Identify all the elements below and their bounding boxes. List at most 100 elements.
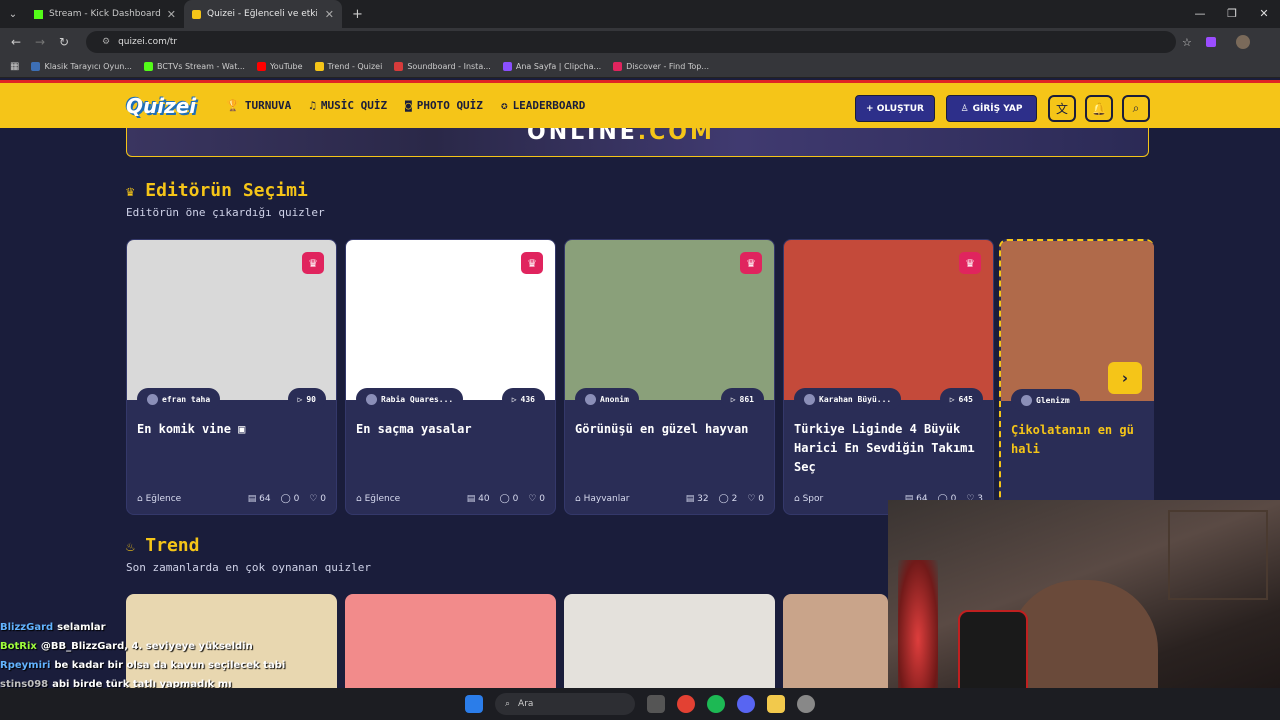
bookmark-item[interactable]: Klasik Tarayıcı Oyun... — [31, 62, 132, 71]
bookmark-favicon — [314, 62, 324, 71]
like-count[interactable]: ♡ 0 — [528, 494, 545, 504]
crown-badge-icon: ♛ — [521, 252, 543, 274]
bookmark-item[interactable]: Discover - Find Top... — [613, 62, 709, 71]
crown-badge-icon: ♛ — [959, 252, 981, 274]
quiz-thumbnail: ♛ Karahan Büyü... ▷ 645 — [784, 240, 993, 410]
bookmark-item[interactable]: Ana Sayfa | Clipcha... — [502, 62, 601, 71]
bookmark-label: BCTVs Stream - Wat... — [156, 62, 245, 71]
question-count: ▤ 40 — [467, 494, 490, 504]
reload-icon[interactable]: ↻ — [52, 35, 76, 49]
trend-quiz-card[interactable] — [345, 594, 556, 694]
browser-tab-strip: ⌄ Stream - Kick Dashboard ✕ Quizei - Eğl… — [0, 0, 1280, 28]
author-name: Anonim — [600, 394, 629, 404]
nav-turnuva[interactable]: 🏆 TURNUVA — [226, 99, 291, 112]
spotify-icon[interactable] — [707, 695, 725, 713]
taskbar-search[interactable]: ⌕ Ara — [495, 693, 635, 715]
tag-icon: ⌂ — [794, 494, 800, 504]
chat-text: @BB_BlizzGard, 4. seviyeye yükseldin — [40, 641, 253, 652]
tab-kick-dashboard[interactable]: Stream - Kick Dashboard ✕ — [26, 0, 184, 28]
close-tab-icon[interactable]: ✕ — [167, 8, 176, 21]
quiz-card[interactable]: ♛ Anonim ▷ 861 Görünüşü en güzel hayvan ⌂… — [564, 239, 775, 515]
play-count: 90 — [306, 394, 316, 404]
tag-icon: ⌂ — [356, 494, 362, 504]
new-tab-icon[interactable]: + — [352, 7, 363, 22]
like-count[interactable]: ♡ 0 — [309, 494, 326, 504]
bookmark-favicon — [256, 62, 266, 71]
tab-list-icon[interactable]: ⌄ — [0, 9, 26, 20]
quiz-card[interactable]: ♛ efran taha ▷ 90 En komik vine ▣ ⌂ Eğlen… — [126, 239, 337, 515]
chat-username: Rpeymiri — [0, 660, 51, 671]
card-meta-row: Rabia Quares... ▷ 436 — [356, 388, 545, 410]
create-button[interactable]: + OLUŞTUR — [855, 95, 935, 122]
category-tag[interactable]: ⌂ Eğlence — [356, 494, 400, 504]
card-meta-row: efran taha ▷ 90 — [137, 388, 326, 410]
steam-icon[interactable] — [797, 695, 815, 713]
task-view-icon[interactable] — [647, 695, 665, 713]
trend-quiz-card[interactable] — [564, 594, 775, 694]
category-tag[interactable]: ⌂ Hayvanlar — [575, 494, 629, 504]
apps-grid-icon[interactable]: ▦ — [10, 61, 19, 72]
quizei-logo[interactable]: Quizei — [126, 94, 196, 118]
url-field[interactable]: ⚙ quizei.com/tr — [86, 31, 1176, 53]
carousel-next-button[interactable]: › — [1108, 362, 1142, 394]
bookmark-star-icon[interactable]: ☆ — [1182, 36, 1192, 49]
avatar — [147, 393, 158, 405]
music-icon: ♫ — [309, 99, 316, 112]
back-icon[interactable]: ← — [4, 35, 28, 49]
plays-pill: ▷ 436 — [501, 388, 545, 410]
minimize-icon[interactable]: — — [1184, 0, 1216, 28]
close-tab-icon[interactable]: ✕ — [325, 8, 334, 21]
bookmark-item[interactable]: Soundboard - Insta... — [394, 62, 491, 71]
heart-icon: ♡ — [528, 494, 537, 504]
category-tag[interactable]: ⌂ Spor — [794, 494, 823, 504]
windows-start-icon[interactable] — [465, 695, 483, 713]
avatar — [366, 393, 377, 405]
avatar — [1021, 394, 1032, 406]
login-button[interactable]: ♙ GİRİŞ YAP — [946, 95, 1037, 122]
author-name: Rabia Quares... — [381, 394, 454, 404]
category-label: Eğlence — [145, 494, 182, 504]
trend-section-subtitle: Son zamanlarda en çok oynanan quizler — [126, 561, 372, 574]
banner-text-b: .COM — [637, 128, 715, 145]
category-tag[interactable]: ⌂ Eğlence — [137, 494, 181, 504]
translate-icon[interactable]: 文 — [1048, 95, 1076, 122]
author-pill[interactable]: Karahan Büyü... — [794, 388, 902, 410]
banner-text-a: ONLINE — [527, 128, 638, 145]
tab-quizei[interactable]: Quizei - Eğlenceli ve etkileşimli ✕ — [184, 0, 342, 28]
card-footer: ⌂ Eğlence ▤ 64 ◯ 0 ♡ 0 — [137, 494, 326, 504]
profile-avatar[interactable] — [1235, 35, 1250, 49]
crown-badge-icon: ♛ — [740, 252, 762, 274]
notification-bell-icon[interactable]: 🔔 — [1085, 95, 1113, 122]
author-pill[interactable]: Rabia Quares... — [356, 388, 464, 410]
tab-label: Quizei - Eğlenceli ve etkileşimli — [207, 9, 317, 19]
trend-quiz-card[interactable] — [783, 594, 888, 694]
bookmark-item[interactable]: YouTube — [256, 62, 303, 71]
search-icon[interactable]: ⌕ — [1122, 95, 1150, 122]
bookmark-item[interactable]: BCTVs Stream - Wat... — [143, 62, 245, 71]
nav-label: MUSİC QUİZ — [320, 99, 388, 112]
site-header: Quizei 🏆 TURNUVA ♫ MUSİC QUİZ ◙ PHOTO QUİZ … — [0, 80, 1280, 128]
nav-photo-quiz[interactable]: ◙ PHOTO QUİZ — [405, 99, 483, 112]
like-count[interactable]: ♡ 0 — [747, 494, 764, 504]
author-pill[interactable]: Anonim — [575, 388, 639, 410]
site-info-icon[interactable]: ⚙ — [102, 37, 110, 47]
author-pill[interactable]: Glenizm — [1011, 389, 1080, 411]
quiz-card[interactable]: ♛ Karahan Büyü... ▷ 645 Türkiye Liginde 4… — [783, 239, 994, 515]
forward-icon[interactable]: → — [28, 35, 52, 49]
quiz-card[interactable]: ♛ Rabia Quares... ▷ 436 En saçma yasalar … — [345, 239, 556, 515]
login-label: GİRİŞ YAP — [972, 103, 1023, 114]
chrome-icon[interactable] — [677, 695, 695, 713]
restore-icon[interactable]: ❐ — [1216, 0, 1248, 28]
quiz-title[interactable]: Türkiye Liginde 4 Büyük Harici En Sevdiğ… — [784, 400, 993, 477]
file-explorer-icon[interactable] — [767, 695, 785, 713]
nav-music-quiz[interactable]: ♫ MUSİC QUİZ — [309, 99, 387, 112]
author-pill[interactable]: efran taha — [137, 388, 221, 410]
discord-icon[interactable] — [737, 695, 755, 713]
hero-banner[interactable]: ONLINE.COM — [126, 128, 1149, 157]
close-window-icon[interactable]: ✕ — [1248, 0, 1280, 28]
bookmark-item[interactable]: Trend - Quizei — [314, 62, 382, 71]
extension-icon[interactable] — [1205, 37, 1216, 47]
tab-label: Stream - Kick Dashboard — [49, 9, 161, 19]
nav-leaderboard[interactable]: ✪ LEADERBOARD — [501, 99, 585, 112]
editors-section-title: ♛ Editörün Seçimi — [126, 180, 308, 201]
